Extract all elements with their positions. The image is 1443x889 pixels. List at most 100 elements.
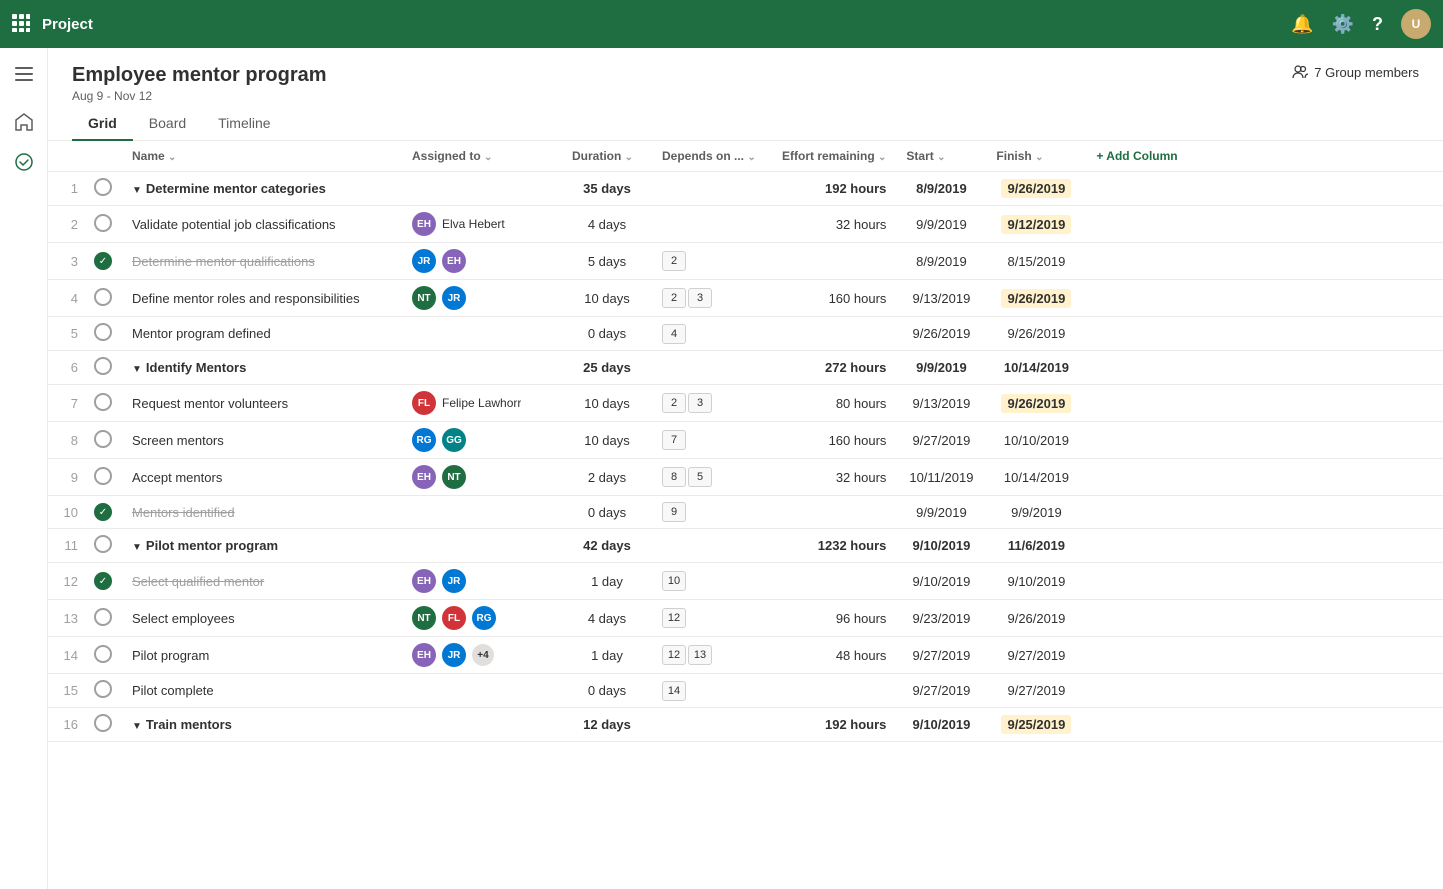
row-depends: 9	[652, 496, 772, 529]
row-status[interactable]	[84, 422, 122, 459]
row-finish: 9/27/2019	[986, 637, 1086, 674]
row-depends: 1213	[652, 637, 772, 674]
col-addcol[interactable]: + Add Column	[1086, 141, 1443, 172]
row-addcol	[1086, 674, 1443, 708]
col-depends[interactable]: Depends on ... ⌄	[652, 141, 772, 172]
tab-board[interactable]: Board	[133, 107, 202, 141]
sidebar	[0, 48, 48, 889]
status-circle-icon[interactable]	[94, 680, 112, 698]
group-effort: 1232 hours	[818, 538, 887, 553]
status-circle-icon[interactable]	[94, 214, 112, 232]
row-status[interactable]	[84, 351, 122, 385]
row-finish: 10/10/2019	[986, 422, 1086, 459]
row-assigned	[402, 317, 562, 351]
row-start: 9/10/2019	[896, 708, 986, 742]
assignee-avatar: EH	[442, 249, 466, 273]
row-status[interactable]	[84, 280, 122, 317]
row-effort: 160 hours	[772, 280, 896, 317]
bell-icon[interactable]: 🔔	[1291, 14, 1313, 35]
row-start: 9/26/2019	[896, 317, 986, 351]
status-circle-icon[interactable]	[94, 178, 112, 196]
status-circle-icon[interactable]	[94, 430, 112, 448]
dep-badge: 12	[662, 608, 686, 628]
sidebar-item-menu[interactable]	[6, 56, 42, 92]
row-name: Screen mentors	[122, 422, 402, 459]
row-status[interactable]	[84, 529, 122, 563]
assignee-avatar: NT	[412, 606, 436, 630]
status-circle-icon[interactable]	[94, 645, 112, 663]
row-status[interactable]: ✓	[84, 563, 122, 600]
row-finish: 9/27/2019	[986, 674, 1086, 708]
row-status[interactable]	[84, 708, 122, 742]
status-circle-icon[interactable]	[94, 467, 112, 485]
assignee-avatar: JR	[442, 569, 466, 593]
row-depends	[652, 172, 772, 206]
row-status[interactable]	[84, 459, 122, 496]
sidebar-item-tasks[interactable]	[6, 144, 42, 180]
group-chevron[interactable]: ▼	[132, 364, 142, 375]
status-circle-icon[interactable]	[94, 323, 112, 341]
row-status[interactable]	[84, 317, 122, 351]
row-assigned	[402, 708, 562, 742]
row-assigned	[402, 351, 562, 385]
row-start: 9/27/2019	[896, 637, 986, 674]
status-circle-icon[interactable]	[94, 608, 112, 626]
row-duration: 1 day	[562, 637, 652, 674]
help-icon[interactable]: ?	[1372, 14, 1383, 35]
row-addcol	[1086, 172, 1443, 206]
group-name: Determine mentor categories	[146, 181, 326, 196]
finish-value: 10/14/2019	[1004, 360, 1069, 375]
status-circle-icon[interactable]	[94, 357, 112, 375]
tab-grid[interactable]: Grid	[72, 107, 133, 141]
row-name: Accept mentors	[122, 459, 402, 496]
row-status[interactable]: ✓	[84, 496, 122, 529]
avatar[interactable]: U	[1401, 9, 1431, 39]
assignee-avatar: NT	[442, 465, 466, 489]
row-start: 9/9/2019	[896, 351, 986, 385]
assignee-extra: +4	[472, 644, 494, 666]
status-circle-icon[interactable]	[94, 714, 112, 732]
row-finish: 9/26/2019	[986, 600, 1086, 637]
gear-icon[interactable]: ⚙️	[1332, 14, 1354, 35]
name-sort-icon: ⌄	[168, 152, 176, 163]
group-chevron[interactable]: ▼	[132, 185, 142, 196]
task-name: Pilot complete	[132, 683, 214, 698]
col-assigned[interactable]: Assigned to ⌄	[402, 141, 562, 172]
row-status[interactable]	[84, 637, 122, 674]
status-circle-icon[interactable]	[94, 535, 112, 553]
dep-badge: 12	[662, 645, 686, 665]
col-start[interactable]: Start ⌄	[896, 141, 986, 172]
row-status[interactable]	[84, 206, 122, 243]
col-finish[interactable]: Finish ⌄	[986, 141, 1086, 172]
row-status[interactable]	[84, 674, 122, 708]
project-dates: Aug 9 - Nov 12	[72, 89, 327, 103]
dep-badge: 2	[662, 251, 686, 271]
row-status[interactable]	[84, 600, 122, 637]
group-members[interactable]: 7 Group members	[1292, 64, 1419, 80]
assignee-name: Felipe Lawhorr	[442, 396, 521, 410]
row-addcol	[1086, 385, 1443, 422]
status-circle-icon[interactable]	[94, 288, 112, 306]
sidebar-item-home[interactable]	[6, 104, 42, 140]
task-name: Pilot program	[132, 648, 209, 663]
col-name[interactable]: Name ⌄	[122, 141, 402, 172]
row-addcol	[1086, 496, 1443, 529]
row-addcol	[1086, 280, 1443, 317]
status-done-icon[interactable]: ✓	[94, 252, 112, 270]
group-chevron[interactable]: ▼	[132, 721, 142, 732]
row-depends: 85	[652, 459, 772, 496]
row-status[interactable]	[84, 172, 122, 206]
row-finish: 8/15/2019	[986, 243, 1086, 280]
status-done-icon[interactable]: ✓	[94, 503, 112, 521]
tab-timeline[interactable]: Timeline	[202, 107, 286, 141]
col-duration[interactable]: Duration ⌄	[562, 141, 652, 172]
row-start: 9/27/2019	[896, 674, 986, 708]
add-column-label[interactable]: + Add Column	[1096, 149, 1177, 163]
row-status[interactable]: ✓	[84, 243, 122, 280]
status-circle-icon[interactable]	[94, 393, 112, 411]
group-chevron[interactable]: ▼	[132, 542, 142, 553]
row-status[interactable]	[84, 385, 122, 422]
col-effort[interactable]: Effort remaining ⌄	[772, 141, 896, 172]
status-done-icon[interactable]: ✓	[94, 572, 112, 590]
waffle-icon[interactable]	[12, 14, 30, 35]
